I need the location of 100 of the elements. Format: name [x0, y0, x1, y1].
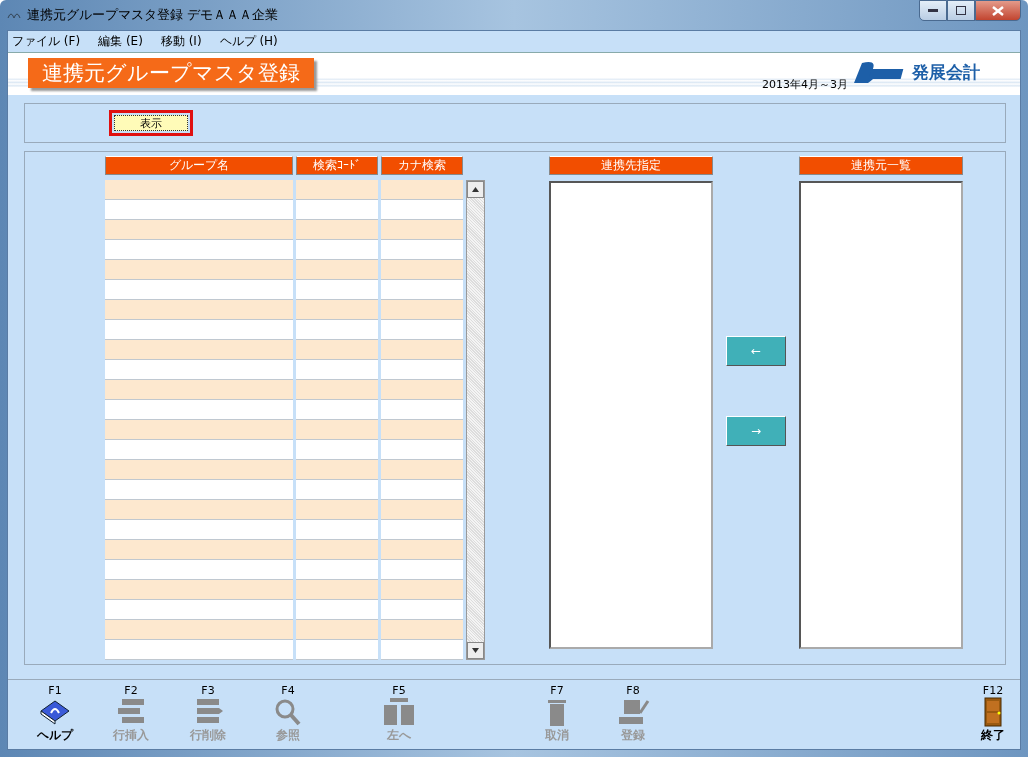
table-cell[interactable] — [105, 440, 293, 460]
close-button[interactable] — [975, 0, 1021, 21]
table-cell[interactable] — [296, 300, 378, 320]
table-cell[interactable] — [105, 560, 293, 580]
brand-name: 発展会計 — [912, 61, 980, 84]
close-icon — [992, 5, 1004, 16]
table-cell[interactable] — [296, 500, 378, 520]
table-cell[interactable] — [296, 320, 378, 340]
table-cell[interactable] — [105, 220, 293, 240]
table-cell[interactable] — [105, 620, 293, 640]
table-cell[interactable] — [381, 220, 463, 240]
table-cell[interactable] — [296, 260, 378, 280]
table-cell[interactable] — [296, 340, 378, 360]
table-cell[interactable] — [381, 560, 463, 580]
table-cell[interactable] — [105, 500, 293, 520]
table-cell[interactable] — [381, 420, 463, 440]
table-cell[interactable] — [381, 580, 463, 600]
table-cell[interactable] — [105, 340, 293, 360]
minimize-button[interactable] — [919, 0, 947, 21]
table-cell[interactable] — [381, 480, 463, 500]
table-cell[interactable] — [296, 480, 378, 500]
table-cell[interactable] — [296, 360, 378, 380]
table-cell[interactable] — [296, 600, 378, 620]
list-header: 連携先指定 — [549, 156, 713, 175]
table-cell[interactable] — [296, 240, 378, 260]
column-header: 検索ｺｰﾄﾞ — [296, 156, 378, 175]
table-cell[interactable] — [381, 620, 463, 640]
menu-item[interactable]: ヘルプ (H) — [219, 33, 278, 50]
maximize-button[interactable] — [947, 0, 975, 21]
table-cell[interactable] — [105, 520, 293, 540]
table-cell[interactable] — [105, 640, 293, 660]
table-cell[interactable] — [296, 280, 378, 300]
table-cell[interactable] — [381, 260, 463, 280]
table-cell[interactable] — [381, 360, 463, 380]
table-cell[interactable] — [105, 380, 293, 400]
table-cell[interactable] — [105, 480, 293, 500]
table-cell[interactable] — [105, 580, 293, 600]
table-cell[interactable] — [105, 360, 293, 380]
table-cell[interactable] — [105, 260, 293, 280]
computer-icon — [616, 697, 650, 727]
table-cell[interactable] — [381, 180, 463, 200]
table-cell[interactable] — [296, 400, 378, 420]
function-button-label[interactable]: 終了 — [981, 727, 1005, 744]
table-cell[interactable] — [381, 440, 463, 460]
table-cell[interactable] — [381, 240, 463, 260]
table-cell[interactable] — [105, 300, 293, 320]
display-button[interactable]: 表示 — [109, 110, 193, 136]
table-cell[interactable] — [381, 400, 463, 420]
table-cell[interactable] — [296, 540, 378, 560]
table-cell[interactable] — [105, 600, 293, 620]
table-cell[interactable] — [105, 200, 293, 220]
function-button-label[interactable]: ヘルプ — [37, 727, 73, 744]
function-key-label: F2 — [124, 684, 138, 697]
table-cell[interactable] — [105, 240, 293, 260]
list-header: 連携元一覧 — [799, 156, 963, 175]
table-cell[interactable] — [296, 180, 378, 200]
table-cell[interactable] — [105, 400, 293, 420]
screen-title-banner: 連携元グループマスタ登録 — [28, 58, 314, 88]
table-cell[interactable] — [296, 580, 378, 600]
table-cell[interactable] — [105, 460, 293, 480]
table-cell[interactable] — [296, 440, 378, 460]
menu-item[interactable]: 編集 (E) — [98, 33, 143, 50]
table-cell[interactable] — [296, 640, 378, 660]
function-key-label: F7 — [550, 684, 564, 697]
source-list[interactable] — [799, 181, 963, 649]
move-button[interactable]: → — [726, 416, 786, 446]
table-cell[interactable] — [105, 540, 293, 560]
function-key-label: F5 — [392, 684, 406, 697]
table-cell[interactable] — [296, 620, 378, 640]
table-cell[interactable] — [381, 200, 463, 220]
table-cell[interactable] — [381, 300, 463, 320]
table-cell[interactable] — [296, 380, 378, 400]
table-cell[interactable] — [296, 520, 378, 540]
table-cell[interactable] — [296, 220, 378, 240]
table-cell[interactable] — [105, 180, 293, 200]
table-cell[interactable] — [381, 500, 463, 520]
menu-item[interactable]: ファイル (F) — [12, 33, 81, 50]
table-cell[interactable] — [381, 640, 463, 660]
table-cell[interactable] — [296, 420, 378, 440]
table-cell[interactable] — [105, 280, 293, 300]
table-cell[interactable] — [105, 320, 293, 340]
move-button[interactable]: ← — [726, 336, 786, 366]
table-cell[interactable] — [381, 460, 463, 480]
table-cell[interactable] — [381, 380, 463, 400]
table-cell[interactable] — [381, 320, 463, 340]
scrollbar[interactable] — [466, 180, 485, 660]
function-key-label: F1 — [48, 684, 62, 697]
table-cell[interactable] — [381, 340, 463, 360]
table-cell[interactable] — [296, 200, 378, 220]
maximize-icon — [956, 6, 966, 15]
table-cell[interactable] — [381, 540, 463, 560]
target-list[interactable] — [549, 181, 713, 649]
table-cell[interactable] — [381, 600, 463, 620]
table-cell[interactable] — [296, 460, 378, 480]
column-header: カナ検索 — [381, 156, 463, 175]
table-cell[interactable] — [105, 420, 293, 440]
table-cell[interactable] — [381, 520, 463, 540]
table-cell[interactable] — [381, 280, 463, 300]
table-cell[interactable] — [296, 560, 378, 580]
menu-item[interactable]: 移動 (I) — [160, 33, 202, 50]
